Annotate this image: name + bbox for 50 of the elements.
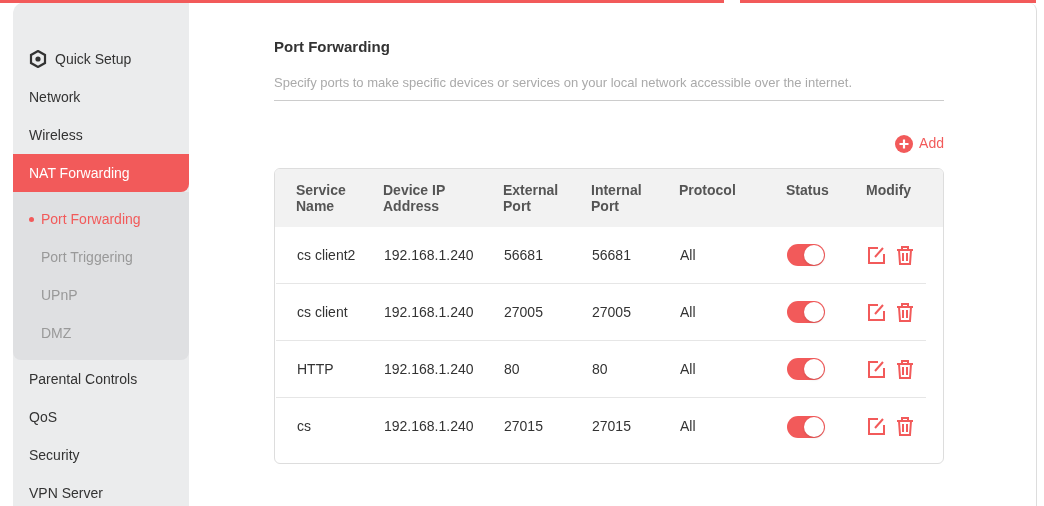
table-cell-text: All (680, 359, 697, 379)
edit-icon[interactable] (867, 417, 886, 436)
nav-item[interactable]: Wireless (13, 116, 189, 154)
table-cell-text: cs client2 (297, 245, 357, 265)
column-header: Device IP Address (383, 182, 446, 214)
status-toggle[interactable] (787, 244, 825, 266)
column-header: Status (786, 182, 830, 198)
table-cell-text: 192.168.1.240 (384, 245, 475, 265)
edit-icon[interactable] (867, 245, 886, 265)
table-cell-text: 80 (504, 359, 521, 379)
nav-item[interactable]: Parental Controls (13, 360, 189, 398)
table-cell-text: cs (297, 417, 312, 436)
table-cell-text: 56681 (504, 245, 544, 265)
nav-item[interactable]: VPN Server (13, 474, 189, 506)
trash-icon[interactable] (896, 417, 914, 436)
table-cell-text: 192.168.1.240 (384, 359, 475, 379)
table-cell-text: HTTP (297, 359, 335, 379)
nav-item[interactable]: QoS (13, 398, 189, 436)
status-toggle[interactable] (787, 358, 825, 380)
column-header: External Port (503, 182, 560, 214)
trash-icon[interactable] (896, 245, 914, 265)
page-description: Specify ports to make specific devices or services on your local network accessible over the internet. (274, 72, 944, 101)
page-title: Port Forwarding (274, 37, 391, 57)
table-cell-text: 192.168.1.240 (384, 302, 475, 322)
trash-icon[interactable] (896, 302, 914, 322)
gear-icon (29, 50, 47, 68)
status-toggle[interactable] (787, 301, 825, 323)
table-cell-text: All (680, 302, 697, 322)
column-header: Modify (866, 182, 913, 198)
trash-icon[interactable] (896, 359, 914, 379)
nav-item[interactable]: Quick Setup (13, 40, 189, 78)
plus-circle-icon (895, 134, 914, 153)
table-cell-text: 27015 (504, 417, 544, 436)
table-cell-text: 27005 (504, 302, 544, 322)
edit-icon[interactable] (867, 302, 886, 322)
column-header: Protocol (679, 182, 737, 198)
column-header: Service Name (296, 182, 347, 214)
nav-item[interactable]: Network (13, 78, 189, 116)
status-toggle[interactable] (787, 415, 825, 438)
edit-icon[interactable] (867, 359, 886, 379)
table-cell-text: All (680, 245, 697, 265)
table-cell-text: cs client (297, 302, 349, 322)
table-cell-text: 80 (592, 359, 609, 379)
nav-item[interactable]: Security (13, 436, 189, 474)
table-cell-text: 192.168.1.240 (384, 417, 475, 436)
table-cell-text: 27005 (592, 302, 632, 322)
column-header: Internal Port (591, 182, 643, 214)
table-cell-text: 27015 (592, 417, 632, 436)
table-cell-text: 56681 (592, 245, 632, 265)
table-cell-text: All (680, 417, 697, 436)
